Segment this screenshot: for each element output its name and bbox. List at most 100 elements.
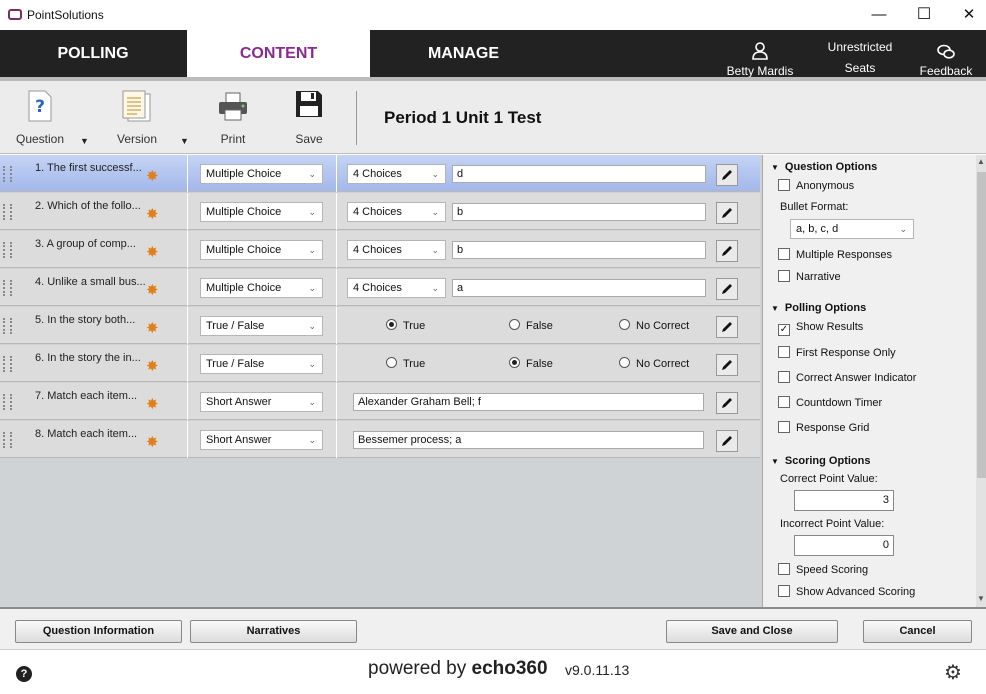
question-type-value: Multiple Choice [206, 244, 282, 256]
radio-true[interactable]: True [386, 357, 425, 370]
scroll-down-icon[interactable]: ▼ [977, 594, 985, 603]
answer-input[interactable]: d [452, 165, 706, 183]
question-row[interactable]: 8. Match each item... ✸ Short Answer ⌄ Be… [0, 421, 760, 458]
maximize-button[interactable]: ☐ [901, 0, 947, 30]
countdown-timer-checkbox[interactable]: Countdown Timer [778, 396, 882, 409]
help-icon[interactable]: ? [16, 666, 32, 682]
edit-question-button[interactable] [716, 202, 738, 224]
answer-input[interactable]: a [452, 279, 706, 297]
question-type-dropdown[interactable]: Short Answer ⌄ [200, 392, 323, 412]
question-row[interactable]: 5. In the story both... ✸ True / False ⌄ … [0, 307, 760, 344]
tab-manage[interactable]: MANAGE [370, 30, 557, 77]
correct-answer-indicator-checkbox[interactable]: Correct Answer Indicator [778, 371, 916, 384]
close-button[interactable]: ✕ [946, 0, 986, 30]
save-and-close-button[interactable]: Save and Close [666, 620, 838, 643]
chevron-down-icon: ⌄ [308, 435, 316, 445]
narrative-checkbox[interactable]: Narrative [778, 270, 841, 283]
gear-icon[interactable]: ⚙ [944, 660, 962, 685]
edit-question-button[interactable] [716, 240, 738, 262]
correct-point-input[interactable]: 3 [794, 490, 894, 511]
pencil-icon [722, 284, 732, 294]
edit-question-button[interactable] [716, 354, 738, 376]
response-grid-checkbox[interactable]: Response Grid [778, 421, 869, 434]
print-button[interactable]: Print [208, 87, 258, 149]
question-row[interactable]: 7. Match each item... ✸ Short Answer ⌄ Al… [0, 383, 760, 420]
edit-question-button[interactable] [716, 316, 738, 338]
polling-options-header[interactable]: ▼ Polling Options [771, 302, 866, 314]
choices-dropdown[interactable]: 4 Choices ⌄ [347, 202, 446, 222]
anonymous-checkbox[interactable]: Anonymous [778, 179, 854, 192]
drag-handle-icon[interactable] [3, 204, 12, 220]
chevron-down-icon: ⌄ [308, 245, 316, 255]
drag-handle-icon[interactable] [3, 432, 12, 448]
minimize-button[interactable]: — [856, 0, 902, 30]
radio-true[interactable]: True [386, 319, 425, 332]
narratives-button[interactable]: Narratives [190, 620, 357, 643]
radio-false[interactable]: False [509, 357, 553, 370]
tab-content[interactable]: CONTENT [187, 30, 370, 77]
cancel-button[interactable]: Cancel [863, 620, 972, 643]
pencil-icon [722, 436, 732, 446]
choices-dropdown[interactable]: 4 Choices ⌄ [347, 278, 446, 298]
answer-input[interactable]: b [452, 203, 706, 221]
drag-handle-icon[interactable] [3, 356, 12, 372]
user-icon [722, 38, 798, 60]
question-type-dropdown[interactable]: True / False ⌄ [200, 354, 323, 374]
first-response-only-label: First Response Only [796, 347, 896, 359]
edit-question-button[interactable] [716, 392, 738, 414]
choices-value: 4 Choices [353, 206, 402, 218]
version-dropdown-icon[interactable]: ▼ [180, 136, 189, 146]
question-button[interactable]: ? Question [12, 87, 68, 149]
drag-handle-icon[interactable] [3, 394, 12, 410]
question-row[interactable]: 4. Unlike a small bus... ✸ Multiple Choi… [0, 269, 760, 306]
radio-false[interactable]: False [509, 319, 553, 332]
edit-question-button[interactable] [716, 430, 738, 452]
chevron-down-icon: ⌄ [431, 207, 439, 217]
short-answer-input[interactable]: Alexander Graham Bell; f [353, 393, 704, 411]
question-row[interactable]: 1. The first successf... ✸ Multiple Choi… [0, 155, 760, 192]
options-scrollbar[interactable]: ▲ ▼ [976, 155, 986, 607]
choices-dropdown[interactable]: 4 Choices ⌄ [347, 164, 446, 184]
drag-handle-icon[interactable] [3, 242, 12, 258]
radio-circle [619, 319, 630, 330]
edit-question-button[interactable] [716, 164, 738, 186]
question-type-value: Short Answer [206, 396, 272, 408]
short-answer-input[interactable]: Bessemer process; a [353, 431, 704, 449]
show-results-checkbox[interactable]: ✓ Show Results [778, 321, 863, 336]
version-label: Version [116, 132, 158, 146]
question-type-dropdown[interactable]: Multiple Choice ⌄ [200, 164, 323, 184]
question-information-button[interactable]: Question Information [15, 620, 182, 643]
incorrect-point-input[interactable]: 0 [794, 535, 894, 556]
question-type-dropdown[interactable]: Short Answer ⌄ [200, 430, 323, 450]
question-options-header[interactable]: ▼ Question Options [771, 161, 877, 173]
edit-question-button[interactable] [716, 278, 738, 300]
show-advanced-scoring-checkbox[interactable]: Show Advanced Scoring [778, 585, 915, 598]
question-text: 6. In the story the in... [35, 352, 141, 364]
first-response-only-checkbox[interactable]: First Response Only [778, 346, 896, 359]
save-button[interactable]: Save [285, 87, 333, 149]
drag-handle-icon[interactable] [3, 318, 12, 334]
scroll-up-icon[interactable]: ▲ [977, 157, 985, 166]
scrollbar-thumb[interactable] [977, 172, 986, 478]
choices-dropdown[interactable]: 4 Choices ⌄ [347, 240, 446, 260]
question-dropdown-icon[interactable]: ▼ [80, 136, 89, 146]
radio-no-correct[interactable]: No Correct [619, 357, 689, 370]
narrative-label: Narrative [796, 271, 841, 283]
question-type-dropdown[interactable]: Multiple Choice ⌄ [200, 202, 323, 222]
question-type-dropdown[interactable]: True / False ⌄ [200, 316, 323, 336]
question-row[interactable]: 6. In the story the in... ✸ True / False… [0, 345, 760, 382]
question-type-dropdown[interactable]: Multiple Choice ⌄ [200, 240, 323, 260]
scoring-options-header[interactable]: ▼ Scoring Options [771, 455, 870, 467]
speed-scoring-checkbox[interactable]: Speed Scoring [778, 563, 868, 576]
version-button[interactable]: Version [108, 87, 166, 149]
drag-handle-icon[interactable] [3, 280, 12, 296]
drag-handle-icon[interactable] [3, 166, 12, 182]
question-row[interactable]: 3. A group of comp... ✸ Multiple Choice ⌄… [0, 231, 760, 268]
multiple-responses-checkbox[interactable]: Multiple Responses [778, 248, 892, 261]
radio-no-correct[interactable]: No Correct [619, 319, 689, 332]
bullet-format-dropdown[interactable]: a, b, c, d ⌄ [790, 219, 914, 239]
question-row[interactable]: 2. Which of the follo... ✸ Multiple Choi… [0, 193, 760, 230]
tab-polling[interactable]: POLLING [0, 30, 186, 77]
question-type-dropdown[interactable]: Multiple Choice ⌄ [200, 278, 323, 298]
answer-input[interactable]: b [452, 241, 706, 259]
